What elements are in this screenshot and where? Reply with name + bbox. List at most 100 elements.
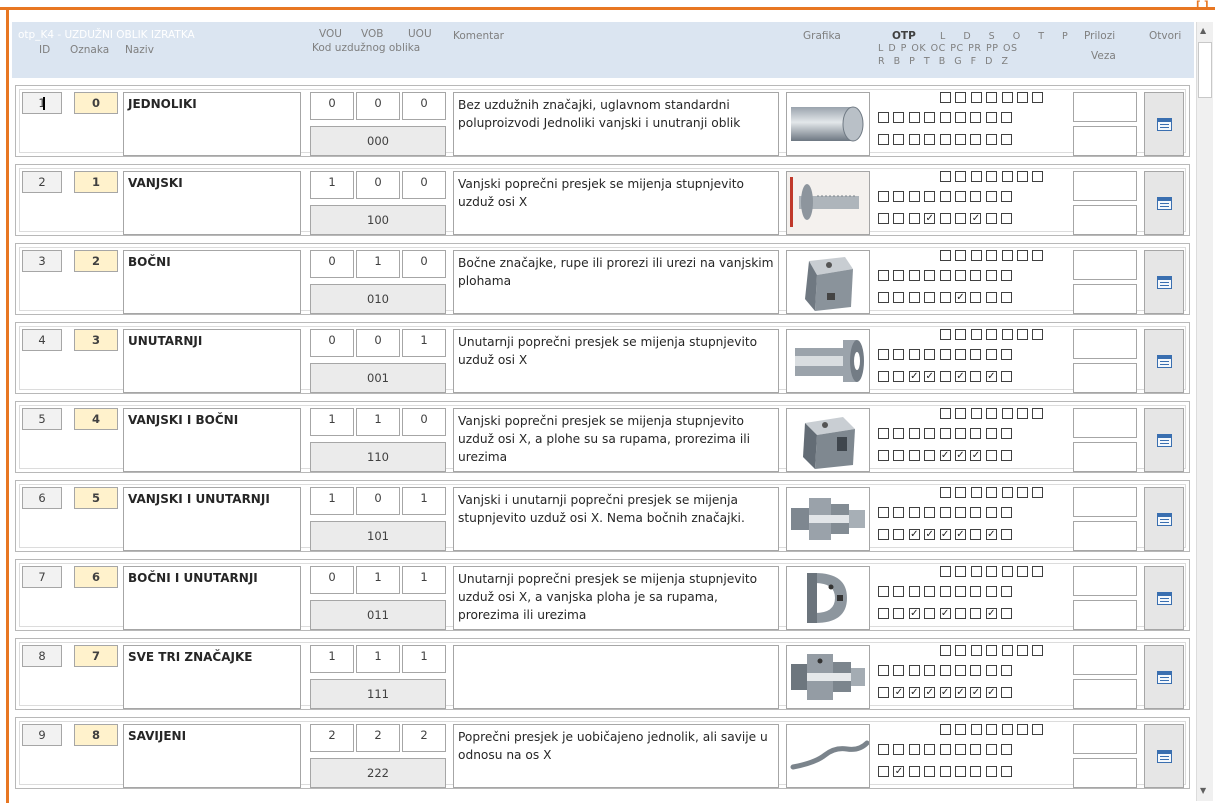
otp-checkbox[interactable]: ✓ — [908, 529, 920, 540]
veza-field[interactable] — [1073, 205, 1137, 235]
record-id-field[interactable]: 2 — [22, 171, 62, 193]
otp-checkbox[interactable] — [924, 112, 936, 123]
otp-checkbox[interactable]: ✓ — [985, 608, 997, 619]
otp-checkbox[interactable] — [908, 428, 920, 439]
otvori-button[interactable] — [1144, 92, 1184, 156]
uou-field[interactable]: 1 — [402, 329, 446, 357]
otp-checkbox[interactable] — [985, 213, 997, 224]
vou-field[interactable]: 1 — [310, 408, 354, 436]
prilozi-field[interactable] — [1073, 487, 1137, 517]
otp-checkbox[interactable] — [893, 586, 905, 597]
veza-field[interactable] — [1073, 284, 1137, 314]
otp-checkbox[interactable] — [939, 292, 951, 303]
veza-field[interactable] — [1073, 758, 1137, 788]
otp-checkbox[interactable] — [940, 250, 951, 261]
otp-checkbox[interactable] — [955, 191, 966, 202]
oznaka-field[interactable]: 5 — [74, 487, 118, 509]
otp-checkbox[interactable] — [1001, 92, 1013, 103]
otp-checkbox[interactable] — [955, 586, 966, 597]
otp-checkbox[interactable]: ✓ — [955, 292, 966, 303]
otp-checkbox[interactable] — [893, 529, 905, 540]
otp-checkbox[interactable] — [878, 586, 889, 597]
naziv-field[interactable]: JEDNOLIKI — [123, 92, 301, 156]
otp-checkbox[interactable] — [878, 270, 889, 281]
otp-checkbox[interactable] — [908, 766, 920, 777]
prilozi-field[interactable] — [1073, 329, 1137, 359]
otp-checkbox[interactable] — [970, 112, 982, 123]
otp-checkbox[interactable] — [924, 766, 936, 777]
otp-checkbox[interactable] — [970, 645, 982, 656]
otp-checkbox[interactable] — [955, 507, 966, 518]
otp-checkbox[interactable] — [908, 134, 920, 145]
komentar-field[interactable] — [453, 645, 779, 709]
otp-checkbox[interactable]: ✓ — [985, 687, 997, 698]
otp-checkbox[interactable] — [970, 250, 982, 261]
otp-checkbox[interactable] — [1032, 92, 1044, 103]
otp-checkbox[interactable] — [986, 566, 998, 577]
otp-checkbox[interactable] — [908, 112, 920, 123]
otp-checkbox[interactable] — [970, 171, 982, 182]
otp-checkbox[interactable] — [955, 487, 967, 498]
otp-checkbox[interactable] — [939, 213, 951, 224]
vob-field[interactable]: 1 — [356, 250, 400, 278]
otp-checkbox[interactable] — [924, 428, 936, 439]
otp-checkbox[interactable] — [908, 349, 920, 360]
otp-checkbox[interactable] — [970, 507, 982, 518]
otp-checkbox[interactable] — [970, 191, 982, 202]
otp-checkbox[interactable] — [878, 687, 889, 698]
otp-checkbox[interactable] — [939, 586, 951, 597]
otp-checkbox[interactable] — [1017, 329, 1028, 340]
naziv-field[interactable]: VANJSKI I BOČNI — [123, 408, 301, 472]
otp-checkbox[interactable] — [1017, 645, 1028, 656]
otp-checkbox[interactable] — [939, 428, 951, 439]
otp-checkbox[interactable] — [985, 766, 997, 777]
otp-checkbox[interactable] — [1017, 408, 1028, 419]
vou-field[interactable]: 2 — [310, 724, 354, 752]
otp-checkbox[interactable]: ✓ — [924, 371, 936, 382]
otp-checkbox[interactable] — [1001, 645, 1013, 656]
otp-checkbox[interactable] — [970, 566, 982, 577]
otp-checkbox[interactable] — [940, 329, 951, 340]
otvori-button[interactable] — [1144, 645, 1184, 709]
otp-checkbox[interactable] — [924, 586, 936, 597]
vou-field[interactable]: 0 — [310, 566, 354, 594]
vob-field[interactable]: 0 — [356, 171, 400, 199]
scroll-up-icon[interactable]: ▲ — [1200, 26, 1206, 35]
otp-checkbox[interactable] — [940, 171, 951, 182]
otp-checkbox[interactable] — [1032, 329, 1044, 340]
otp-checkbox[interactable] — [924, 608, 936, 619]
vob-field[interactable]: 1 — [356, 645, 400, 673]
otp-checkbox[interactable] — [924, 450, 936, 461]
otp-checkbox[interactable] — [955, 250, 967, 261]
otp-checkbox[interactable] — [893, 191, 905, 202]
uou-field[interactable]: 0 — [402, 171, 446, 199]
vou-field[interactable]: 1 — [310, 171, 354, 199]
otp-checkbox[interactable] — [985, 744, 997, 755]
otp-checkbox[interactable] — [1001, 171, 1013, 182]
otp-checkbox[interactable] — [940, 487, 951, 498]
otp-checkbox[interactable] — [893, 270, 905, 281]
otp-checkbox[interactable] — [878, 744, 889, 755]
otp-checkbox[interactable] — [893, 507, 905, 518]
otp-checkbox[interactable] — [893, 134, 905, 145]
otp-checkbox[interactable]: ✓ — [955, 529, 966, 540]
otp-checkbox[interactable] — [970, 428, 982, 439]
otp-checkbox[interactable]: ✓ — [970, 213, 982, 224]
otp-checkbox[interactable] — [955, 92, 967, 103]
komentar-field[interactable]: Unutarnji poprečni presjek se mijenja st… — [453, 329, 779, 393]
otvori-button[interactable] — [1144, 566, 1184, 630]
otp-checkbox[interactable] — [970, 371, 982, 382]
otp-checkbox[interactable] — [1001, 724, 1013, 735]
naziv-field[interactable]: SAVIJENI — [123, 724, 301, 788]
otp-checkbox[interactable]: ✓ — [939, 450, 951, 461]
otp-checkbox[interactable] — [970, 586, 982, 597]
otvori-button[interactable] — [1144, 171, 1184, 235]
otp-checkbox[interactable] — [1017, 250, 1028, 261]
uou-field[interactable]: 0 — [402, 250, 446, 278]
otp-checkbox[interactable]: ✓ — [970, 687, 982, 698]
prilozi-field[interactable] — [1073, 408, 1137, 438]
otp-checkbox[interactable] — [970, 608, 982, 619]
otp-checkbox[interactable] — [1017, 171, 1028, 182]
otp-checkbox[interactable] — [940, 408, 951, 419]
otp-checkbox[interactable] — [1032, 566, 1044, 577]
